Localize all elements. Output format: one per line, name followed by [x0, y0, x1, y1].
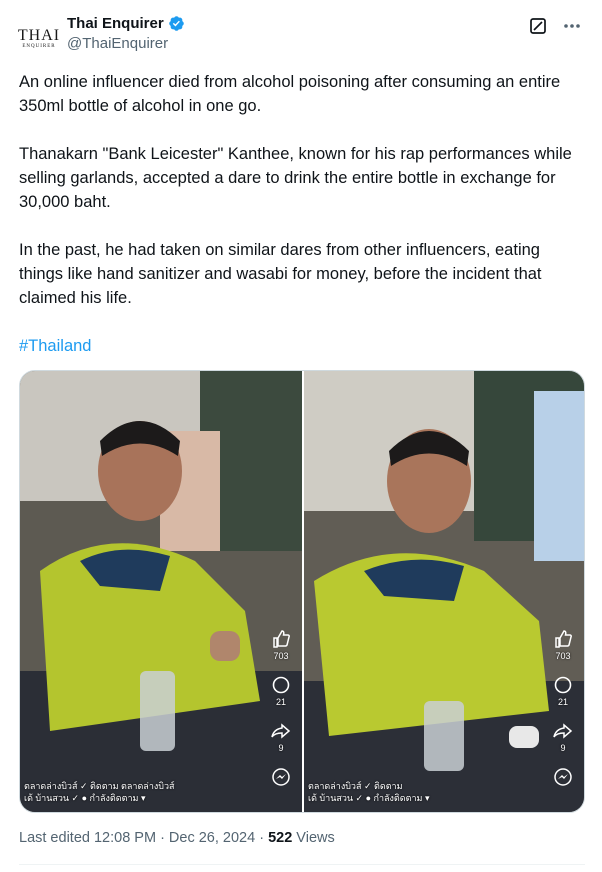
thumbs-up-icon	[273, 630, 290, 648]
post-meta: Last edited 12:08 PM · Dec 26, 2024 · 52…	[19, 830, 335, 846]
views-label: Views	[292, 830, 335, 846]
logo-text: THAI	[17, 27, 61, 44]
share-count: 9	[560, 743, 566, 753]
post-paragraph: Thanakarn "Bank Leicester" Kanthee, know…	[19, 145, 572, 211]
video-frame-image	[20, 371, 302, 812]
views-count: 522	[268, 830, 293, 846]
grok-glyph-icon	[530, 18, 546, 34]
like-count: 703	[273, 651, 289, 661]
post-header: THAI ENQUIRER Thai Enquirer @ThaiEnquire…	[18, 12, 588, 60]
post-paragraph: In the past, he had taken on similar dar…	[19, 241, 542, 307]
ellipsis-icon	[564, 24, 580, 28]
display-name[interactable]: Thai Enquirer	[67, 15, 164, 32]
comment-icon	[272, 676, 290, 694]
like-count: 703	[555, 651, 571, 661]
author-names: Thai Enquirer @ThaiEnquirer	[67, 15, 185, 52]
reel-actions: 703 21 9	[268, 629, 294, 787]
share-icon	[553, 723, 573, 739]
more-options-icon[interactable]	[562, 16, 582, 36]
reel-overlay-text: ตลาดล่างบิวส์ ✓ ติดตาม ตลาดล่างบิวส์ เด้…	[24, 780, 175, 804]
post-card: THAI ENQUIRER Thai Enquirer @ThaiEnquire…	[0, 0, 602, 872]
reel-overlay-line: เด้ บ้านสวน ✓ ● กำลังติดตาม ▾	[24, 793, 146, 803]
reel-overlay-line: ตลาดล่างบิวส์ ✓ ติดตาม ตลาดล่างบิวส์	[24, 781, 175, 791]
logo-subtext: ENQUIRER	[22, 44, 56, 49]
grok-icon[interactable]	[528, 16, 548, 36]
share-count: 9	[278, 743, 284, 753]
messenger-icon	[272, 768, 290, 786]
media-frame-right[interactable]: 703 21 9 ตลาดล่างบิวส์ ✓ ติดตาม เด้ บ้าน…	[302, 371, 584, 812]
video-frame-image	[304, 371, 584, 812]
reel-actions: 703 21 9	[550, 629, 576, 787]
messenger-icon	[554, 768, 572, 786]
top-actions	[528, 16, 582, 36]
share-icon	[271, 723, 291, 739]
post-paragraph: An online influencer died from alcohol p…	[19, 73, 561, 115]
reel-overlay-line: ตลาดล่างบิวส์ ✓ ติดตาม	[308, 781, 403, 791]
comment-count: 21	[557, 697, 568, 707]
media-grid[interactable]: 703 21 9 ตลาดล่างบิวส์ ✓ ติดตาม ตลาดล่าง…	[19, 370, 585, 813]
comment-icon	[554, 676, 572, 694]
comment-count: 21	[275, 697, 286, 707]
verified-badge-icon	[168, 16, 184, 31]
avatar[interactable]: THAI ENQUIRER	[18, 18, 60, 60]
post-text: An online influencer died from alcohol p…	[19, 70, 584, 382]
thumbs-up-icon	[555, 630, 572, 648]
hashtag-link[interactable]: #Thailand	[19, 337, 91, 355]
reel-overlay-line: เด้ บ้านสวน ✓ ● กำลังติดตาม ▾	[308, 793, 430, 803]
reel-overlay-text: ตลาดล่างบิวส์ ✓ ติดตาม เด้ บ้านสวน ✓ ● ก…	[308, 780, 429, 804]
divider	[19, 864, 585, 865]
edited-timestamp[interactable]: Last edited 12:08 PM · Dec 26, 2024 ·	[19, 830, 268, 846]
handle[interactable]: @ThaiEnquirer	[67, 35, 185, 52]
display-name-row[interactable]: Thai Enquirer	[67, 15, 185, 32]
media-frame-left[interactable]: 703 21 9 ตลาดล่างบิวส์ ✓ ติดตาม ตลาดล่าง…	[20, 371, 302, 812]
